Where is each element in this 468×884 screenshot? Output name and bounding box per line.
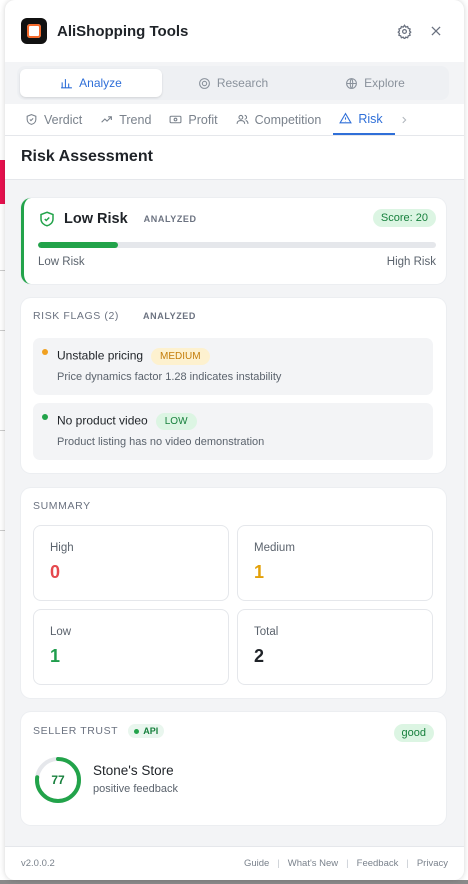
tabs-scroll-right[interactable] xyxy=(395,104,419,135)
footer-separator: | xyxy=(277,858,280,869)
summary-value: 2 xyxy=(254,646,265,666)
tab-explore-label: Explore xyxy=(364,76,405,90)
tab-competition[interactable]: Competition xyxy=(230,104,334,135)
globe-icon xyxy=(346,77,358,89)
summary-high: High 0 xyxy=(33,525,229,601)
risk-meter-high-label: High Risk xyxy=(386,256,436,268)
severity-dot xyxy=(42,414,48,420)
trust-rating-badge: good xyxy=(393,724,434,742)
seller-trust-card: SELLER TRUST API good 77 Stone's Store p… xyxy=(21,712,446,825)
guide-link[interactable]: Guide xyxy=(244,858,269,869)
tab-risk-label: Risk xyxy=(358,111,383,126)
feedback-link[interactable]: Feedback xyxy=(357,858,399,869)
summary-card: SUMMARY High 0 Medium 1 Low 1 Total 2 xyxy=(21,488,446,698)
summary-label: Total xyxy=(254,626,279,638)
status-dot xyxy=(134,728,140,734)
store-feedback: positive feedback xyxy=(93,783,178,795)
close-button[interactable] xyxy=(424,19,448,43)
api-badge: API xyxy=(128,724,165,738)
warning-triangle-icon xyxy=(339,112,353,124)
flag-description: Price dynamics factor 1.28 indicates ins… xyxy=(57,371,282,383)
tab-explore[interactable]: Explore xyxy=(304,69,446,97)
summary-label: High xyxy=(50,542,74,554)
chevron-right-icon xyxy=(402,116,407,123)
app-logo xyxy=(21,18,47,44)
tab-analyze[interactable]: Analyze xyxy=(20,69,162,97)
whats-new-link[interactable]: What's New xyxy=(288,858,338,869)
summary-medium: Medium 1 xyxy=(237,525,433,601)
summary-title: SUMMARY xyxy=(33,500,91,512)
api-badge-label: API xyxy=(143,726,159,736)
sub-tabs: Verdict Trend Profit Competition Risk xyxy=(5,104,464,136)
summary-low: Low 1 xyxy=(33,609,229,685)
tab-research[interactable]: Research xyxy=(162,69,304,97)
close-icon xyxy=(431,26,441,36)
tab-risk[interactable]: Risk xyxy=(333,104,395,135)
tab-competition-label: Competition xyxy=(254,112,322,127)
risk-meter-low-label: Low Risk xyxy=(38,256,85,268)
risk-level-card: Low Risk ANALYZED Score: 20 Low Risk Hig… xyxy=(21,198,446,284)
version-label: v2.0.0.2 xyxy=(21,858,55,869)
flag-title: Unstable pricing xyxy=(57,348,144,363)
flag-title: No product video xyxy=(57,413,148,428)
app-title: AliShopping Tools xyxy=(57,22,189,40)
main-tabs: Analyze Research Explore xyxy=(17,66,449,100)
banknote-icon xyxy=(169,115,182,124)
bar-chart-icon xyxy=(61,78,73,88)
severity-badge: LOW xyxy=(155,413,197,430)
summary-value: 0 xyxy=(50,562,61,582)
tab-profit[interactable]: Profit xyxy=(163,104,229,135)
risk-flags-card: RISK FLAGS (2) ANALYZED Unstable pricing… xyxy=(21,298,446,473)
footer: v2.0.0.2 Guide | What's New | Feedback |… xyxy=(5,846,464,880)
summary-total: Total 2 xyxy=(237,609,433,685)
shield-check-icon xyxy=(26,114,37,125)
target-icon xyxy=(198,77,210,89)
severity-dot xyxy=(42,349,48,355)
severity-badge: MEDIUM xyxy=(151,348,210,365)
analyzed-tag: ANALYZED xyxy=(143,311,196,321)
tab-research-label: Research xyxy=(216,76,269,90)
summary-label: Medium xyxy=(254,542,295,554)
footer-separator: | xyxy=(406,858,409,869)
tab-analyze-label: Analyze xyxy=(79,76,122,90)
flag-description: Product listing has no video demonstrati… xyxy=(57,436,265,448)
summary-label: Low xyxy=(50,626,72,638)
tab-verdict[interactable]: Verdict xyxy=(19,104,94,135)
page-title: Risk Assessment xyxy=(5,136,464,180)
analyzed-tag: ANALYZED xyxy=(143,214,197,224)
risk-flag-item: Unstable pricing MEDIUM Price dynamics fa… xyxy=(33,338,433,395)
trend-icon xyxy=(101,116,113,123)
summary-value: 1 xyxy=(50,646,61,666)
risk-meter-fill xyxy=(38,242,118,248)
risk-flag-item: No product video LOW Product listing has … xyxy=(33,403,433,460)
tab-trend[interactable]: Trend xyxy=(94,104,163,135)
score-badge: Score: 20 xyxy=(372,209,436,227)
gear-icon xyxy=(396,23,412,39)
tab-profit-label: Profit xyxy=(188,112,218,127)
summary-value: 1 xyxy=(254,562,265,582)
seller-trust-title: SELLER TRUST xyxy=(33,725,119,737)
settings-button[interactable] xyxy=(392,19,416,43)
privacy-link[interactable]: Privacy xyxy=(417,858,448,869)
shield-check-icon xyxy=(40,211,54,227)
background-scrollbar xyxy=(0,880,468,884)
title-bar: AliShopping Tools xyxy=(5,0,464,62)
trust-score-value: 77 xyxy=(51,773,65,787)
risk-flags-title: RISK FLAGS (2) xyxy=(33,310,120,322)
extension-panel: AliShopping Tools Analyze Research Explo… xyxy=(5,0,464,880)
risk-meter xyxy=(38,242,436,248)
tab-verdict-label: Verdict xyxy=(44,112,83,127)
tab-trend-label: Trend xyxy=(119,112,152,127)
footer-separator: | xyxy=(346,858,349,869)
risk-level-label: Low Risk xyxy=(64,211,128,227)
users-icon xyxy=(236,114,249,124)
store-name: Stone's Store xyxy=(93,763,174,778)
